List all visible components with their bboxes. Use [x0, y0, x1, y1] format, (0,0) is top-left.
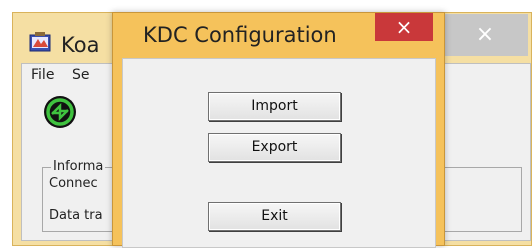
dialog-client-area: Import Export Exit [122, 58, 436, 248]
menu-file[interactable]: File [31, 67, 54, 83]
data-transfer-label: Data tra [49, 208, 103, 223]
information-legend: Informa [51, 159, 106, 174]
menu-second[interactable]: Se [72, 67, 90, 83]
dialog-title: KDC Configuration [143, 23, 337, 47]
main-window-title: Koa [61, 33, 100, 57]
export-button[interactable]: Export [208, 133, 341, 162]
import-button[interactable]: Import [208, 92, 341, 121]
main-close-button[interactable]: × [442, 14, 528, 56]
app-icon [29, 32, 51, 52]
exit-button[interactable]: Exit [208, 202, 341, 231]
sync-status-icon [44, 96, 76, 128]
kdc-configuration-dialog: KDC Configuration × Import Export Exit [112, 12, 445, 248]
dialog-close-button[interactable]: × [375, 13, 433, 41]
connection-label: Connec [49, 176, 98, 191]
